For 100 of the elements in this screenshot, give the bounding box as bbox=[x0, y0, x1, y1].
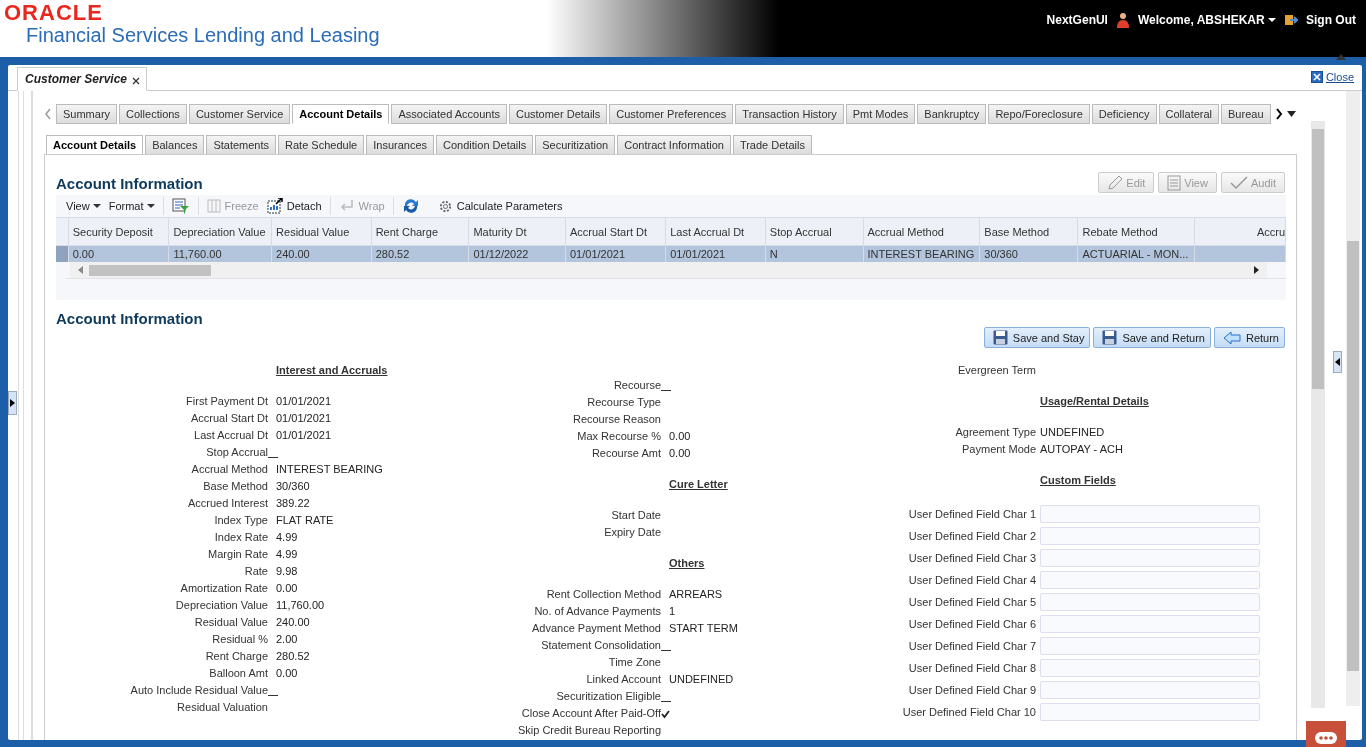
refresh-icon[interactable] bbox=[401, 197, 420, 215]
column-header[interactable]: Accrual Method bbox=[863, 217, 980, 246]
field-label: Recourse Reason bbox=[571, 412, 661, 427]
calculate-parameters-button[interactable]: Calculate Parameters bbox=[437, 198, 563, 214]
sub-tab[interactable]: Securitization bbox=[535, 135, 616, 155]
field-label: Base Method bbox=[202, 479, 268, 494]
field-value: 30/360 bbox=[276, 479, 311, 494]
scroll-right-icon[interactable] bbox=[1254, 266, 1259, 274]
table-row[interactable]: 0.00 11,760.00 240.00 280.52 01/12/2022 01/01/2021 01/01/2021 N INTEREST BEARING 30/360 ACTUARIAL - MON... bbox=[56, 245, 1286, 262]
main-tab[interactable]: Collections bbox=[119, 104, 187, 124]
sign-out-icon bbox=[1284, 12, 1298, 27]
field-label: Start Date bbox=[610, 508, 661, 523]
field-label: Rent Collection Method bbox=[545, 587, 661, 602]
main-tab[interactable]: Summary bbox=[56, 104, 118, 124]
input-field[interactable] bbox=[1040, 637, 1260, 655]
chevron-right-icon[interactable] bbox=[1274, 108, 1283, 120]
column-header[interactable]: Security Deposit bbox=[68, 217, 169, 246]
group-heading: Cure Letter bbox=[669, 477, 729, 492]
field-label: Statement Consolidation bbox=[540, 638, 661, 653]
main-tab[interactable]: Customer Service bbox=[188, 104, 291, 124]
column-header[interactable]: Depreciation Value bbox=[168, 217, 272, 246]
input-field[interactable] bbox=[1040, 549, 1260, 567]
filter-icon[interactable] bbox=[171, 198, 190, 214]
close-link[interactable]: Close bbox=[1325, 71, 1354, 83]
field-label: Balloon Amt bbox=[208, 666, 268, 681]
vertical-scrollbar[interactable] bbox=[1311, 121, 1325, 708]
input-field[interactable] bbox=[1040, 615, 1260, 633]
column-header[interactable]: Rebate Method bbox=[1077, 217, 1195, 246]
save-icon bbox=[992, 330, 1008, 345]
return-button[interactable]: Return bbox=[1213, 327, 1285, 348]
field-label: User Defined Field Char 7 bbox=[907, 638, 1036, 654]
save-button[interactable]: Save and Stay bbox=[983, 327, 1091, 348]
detach-button[interactable]: Detach bbox=[266, 198, 322, 214]
input-field[interactable] bbox=[1040, 505, 1260, 523]
main-tab[interactable]: Repo/Foreclosure bbox=[988, 104, 1090, 124]
input-field[interactable] bbox=[1040, 527, 1260, 545]
group-heading: Others bbox=[669, 556, 706, 571]
main-tab[interactable]: Transaction History bbox=[735, 104, 844, 124]
sub-tab[interactable]: Contract Information bbox=[617, 135, 731, 155]
horizontal-scrollbar[interactable] bbox=[70, 262, 1267, 278]
column-header[interactable]: Residual Value bbox=[271, 217, 372, 246]
main-tab[interactable]: Customer Details bbox=[508, 104, 608, 124]
field-label: Margin Rate bbox=[207, 547, 268, 562]
input-field[interactable] bbox=[1040, 593, 1260, 611]
field-value: 280.52 bbox=[276, 649, 311, 664]
sub-tab[interactable]: Trade Details bbox=[732, 135, 812, 155]
sub-tab[interactable]: Account Details bbox=[46, 135, 144, 155]
field-label: Expiry Date bbox=[603, 525, 661, 540]
field-value: 4.99 bbox=[276, 530, 299, 545]
vertical-scrollbar[interactable] bbox=[1346, 91, 1360, 706]
close-icon[interactable] bbox=[1310, 71, 1323, 83]
column-header[interactable]: Maturity Dt bbox=[468, 217, 566, 246]
input-field[interactable] bbox=[1040, 681, 1260, 699]
sub-tab[interactable]: Rate Schedule bbox=[278, 135, 365, 155]
main-tab[interactable]: Associated Accounts bbox=[391, 104, 507, 124]
sub-tab[interactable]: Balances bbox=[145, 135, 205, 155]
check-icon bbox=[1229, 175, 1248, 190]
document-icon bbox=[1167, 174, 1182, 191]
field-value: 0.00 bbox=[276, 581, 299, 596]
column-header[interactable]: Stop Accrual bbox=[765, 217, 863, 246]
field-label: Evergreen Term bbox=[956, 363, 1036, 378]
column-header[interactable]: Last Accrual Dt bbox=[665, 217, 766, 246]
chevron-left-icon[interactable] bbox=[44, 108, 52, 120]
sub-tab[interactable]: Statements bbox=[206, 135, 277, 155]
scroll-left-icon[interactable] bbox=[78, 266, 83, 274]
caret-down-icon[interactable] bbox=[1286, 111, 1296, 117]
save-button[interactable]: Save and Return bbox=[1093, 327, 1211, 348]
field-label: First Payment Dt bbox=[185, 394, 268, 409]
main-tab[interactable]: Collateral bbox=[1158, 104, 1220, 124]
format-menu[interactable]: Format bbox=[108, 200, 155, 212]
sub-tab[interactable]: Condition Details bbox=[436, 135, 534, 155]
column-header[interactable]: Accru bbox=[1194, 217, 1286, 246]
field-value: 01/01/2021 bbox=[276, 394, 333, 409]
close-icon[interactable] bbox=[132, 76, 141, 85]
input-field[interactable] bbox=[1040, 571, 1260, 589]
column-header[interactable]: Rent Charge bbox=[371, 217, 469, 246]
main-tab[interactable]: Pmt Modes bbox=[845, 104, 916, 124]
main-tab[interactable]: Customer Preferences bbox=[609, 104, 734, 124]
input-field[interactable] bbox=[1040, 703, 1260, 721]
main-tab[interactable]: Bankruptcy bbox=[917, 104, 987, 124]
welcome-menu[interactable]: Welcome, ABSHEKAR bbox=[1137, 12, 1276, 27]
main-tab[interactable]: Deficiency bbox=[1091, 104, 1157, 124]
main-tab[interactable]: Bureau bbox=[1221, 104, 1271, 124]
sign-out-link[interactable]: Sign Out bbox=[1306, 12, 1356, 27]
person-icon bbox=[1115, 11, 1130, 28]
expand-handle[interactable] bbox=[8, 391, 17, 415]
collapse-handle[interactable] bbox=[1333, 351, 1342, 373]
page-tab[interactable]: Customer Service bbox=[17, 67, 148, 91]
input-field[interactable] bbox=[1040, 659, 1260, 677]
main-tab[interactable]: Account Details bbox=[292, 104, 390, 124]
chat-button[interactable] bbox=[1306, 721, 1346, 747]
column-header[interactable]: Base Method bbox=[979, 217, 1078, 246]
field-value: START TERM bbox=[669, 621, 739, 636]
scroll-up-icon[interactable] bbox=[1336, 53, 1346, 60]
sub-tab[interactable]: Insurances bbox=[366, 135, 435, 155]
view-menu[interactable]: View bbox=[66, 200, 101, 212]
group-heading: Interest and Accruals bbox=[276, 363, 389, 378]
column-header[interactable]: Accrual Start Dt bbox=[565, 217, 666, 246]
field-label: Agreement Type bbox=[954, 425, 1036, 440]
field-value: 0.00 bbox=[669, 429, 692, 444]
